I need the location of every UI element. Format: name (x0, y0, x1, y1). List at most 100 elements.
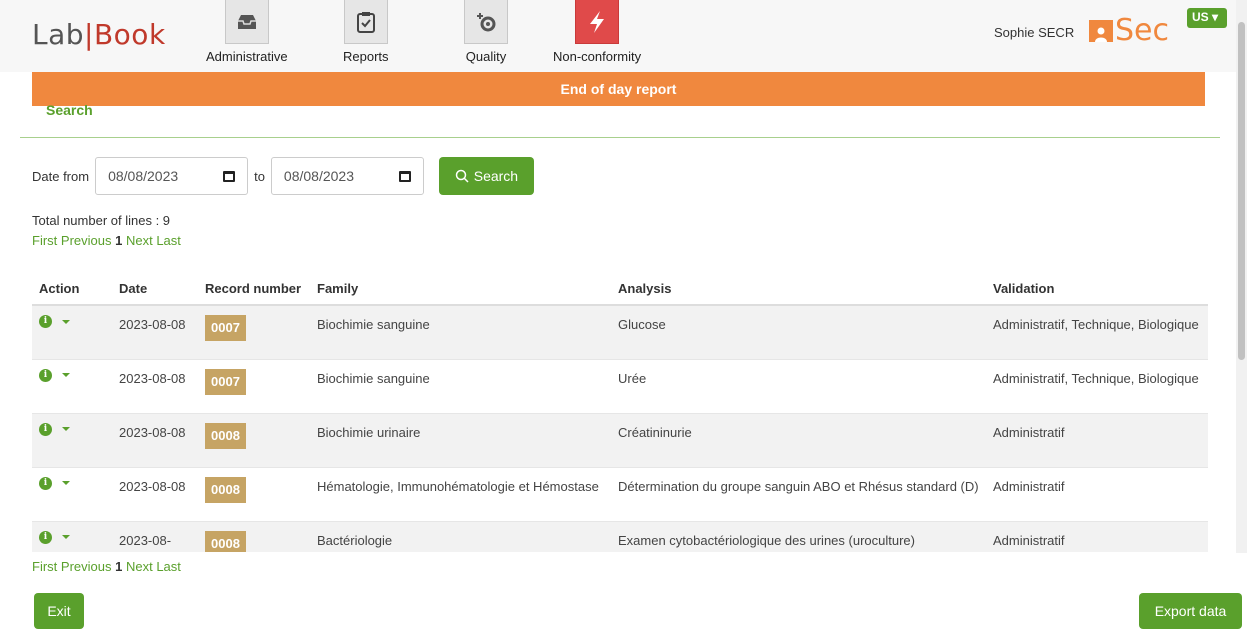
nav-non-conformity[interactable]: Non-conformity (553, 0, 641, 64)
logo-lab: Lab (32, 18, 85, 51)
nav-quality[interactable]: Quality (464, 0, 508, 64)
pager-first[interactable]: First (32, 559, 57, 574)
page-scrollbar[interactable] (1236, 0, 1247, 553)
nav-label: Non-conformity (553, 49, 642, 64)
results-table: Action Date Record number Family Analysi… (32, 255, 1208, 552)
date-to-input[interactable]: 08/08/2023 (270, 157, 424, 195)
info-icon[interactable]: i (39, 476, 52, 490)
pager-last[interactable]: Last (156, 233, 181, 248)
cell-validation: Administratif (986, 466, 1208, 521)
user-icon (1089, 20, 1113, 42)
caret-down-icon[interactable] (62, 535, 70, 539)
col-action: Action (32, 255, 112, 306)
cell-validation: Administratif, Technique, Biologique (986, 304, 1208, 359)
cell-validation: Administratif (986, 412, 1208, 467)
search-button[interactable]: Search (438, 157, 534, 195)
caret-down-icon[interactable] (62, 319, 70, 324)
cell-date: 2023-08-08 (112, 412, 198, 467)
record-badge[interactable]: 0008 (205, 476, 246, 503)
caret-down-icon[interactable] (62, 481, 70, 485)
cell-date: 2023-08-08 (112, 466, 198, 521)
cell-date: 2023-08-08 (112, 358, 198, 413)
export-data-button[interactable]: Export data (1139, 593, 1242, 629)
table-row: i 2023-08-08 0008 Biochimie urinaire Cré… (32, 412, 1208, 467)
date-to-label: to (254, 168, 265, 184)
top-header: Lab|Book Administrative Reports Quality … (0, 0, 1236, 72)
col-validation: Validation (986, 255, 1208, 306)
pager-current: 1 (115, 559, 123, 574)
info-icon[interactable]: i (39, 422, 52, 436)
nav-label: Reports (343, 49, 389, 64)
cell-analysis: Examen cytobactériologique des urines (u… (611, 520, 986, 552)
sec-text: Sec (1115, 13, 1169, 48)
clipboard-check-icon (343, 0, 388, 44)
calendar-icon[interactable] (223, 170, 236, 182)
cell-analysis: Créatininurie (611, 412, 986, 467)
pager-top: First Previous 1 Next Last (32, 233, 181, 248)
cell-date: 2023-08- (112, 520, 198, 552)
caret-down-icon[interactable] (62, 427, 70, 431)
chevron-down-icon: ▾ (1212, 10, 1219, 24)
record-badge[interactable]: 0008 (205, 530, 246, 552)
pager-next[interactable]: Next (126, 559, 153, 574)
info-icon[interactable]: i (39, 315, 52, 328)
search-icon (455, 169, 469, 183)
page-title-banner: End of day report (32, 72, 1205, 106)
cell-analysis: Glucose (611, 304, 986, 359)
pager-first[interactable]: First (32, 233, 57, 248)
language-code: US (1192, 10, 1209, 24)
cell-family: Biochimie sanguine (310, 358, 611, 413)
scrollbar-thumb[interactable] (1238, 22, 1245, 360)
pager-bottom: First Previous 1 Next Last (32, 559, 181, 574)
user-name: Sophie SECR (994, 25, 1075, 40)
caret-down-icon[interactable] (62, 373, 70, 377)
total-lines: Total number of lines : 9 (32, 213, 171, 228)
record-badge[interactable]: 0007 (205, 315, 246, 341)
search-button-label: Search (473, 168, 519, 184)
col-record: Record number (198, 255, 310, 306)
pager-last[interactable]: Last (156, 559, 181, 574)
exit-button[interactable]: Exit (34, 593, 84, 629)
date-to-value: 08/08/2023 (283, 168, 354, 184)
nav-label: Administrative (206, 49, 288, 64)
cell-analysis: Urée (611, 358, 986, 413)
cell-family: Bactériologie (310, 520, 611, 552)
col-date: Date (112, 255, 198, 306)
date-from-input[interactable]: 08/08/2023 (95, 157, 249, 195)
lightning-icon (575, 0, 620, 44)
cell-validation: Administratif, Technique, Biologique (986, 358, 1208, 413)
calendar-icon[interactable] (398, 170, 411, 182)
table-row: i 2023-08-08 0007 Biochimie sanguine Uré… (32, 358, 1208, 413)
cell-validation: Administratif (986, 520, 1208, 552)
info-icon[interactable]: i (39, 530, 52, 544)
record-badge[interactable]: 0008 (205, 422, 246, 449)
divider (20, 137, 1220, 138)
pager-current: 1 (115, 233, 123, 248)
table-header-row: Action Date Record number Family Analysi… (32, 255, 1208, 306)
nav-administrative[interactable]: Administrative (206, 0, 288, 64)
table-row: i 2023-08-08 0007 Biochimie sanguine Glu… (32, 304, 1208, 359)
language-selector[interactable]: US ▾ (1187, 8, 1227, 28)
col-family: Family (310, 255, 611, 306)
cell-family: Biochimie urinaire (310, 412, 611, 467)
table-row: i 2023-08-08 0008 Hématologie, Immunohém… (32, 466, 1208, 521)
search-tab[interactable]: Search (46, 102, 93, 118)
logo-book: Book (93, 18, 166, 51)
date-from-value: 08/08/2023 (108, 168, 179, 184)
quality-gear-icon (464, 0, 508, 44)
nav-label: Quality (465, 49, 507, 64)
date-from-label: Date from (32, 168, 90, 184)
cell-analysis: Détermination du groupe sanguin ABO et R… (611, 466, 986, 521)
pager-previous[interactable]: Previous (61, 559, 112, 574)
labbook-logo[interactable]: Lab|Book (32, 18, 166, 51)
record-badge[interactable]: 0007 (205, 368, 246, 395)
sec-logo: Sec (1089, 16, 1169, 46)
pager-next[interactable]: Next (126, 233, 153, 248)
pager-previous[interactable]: Previous (61, 233, 112, 248)
table-row: i 2023-08- 0008 Bactériologie Examen cyt… (32, 520, 1208, 552)
info-icon[interactable]: i (39, 368, 52, 382)
date-filter: Date from 08/08/2023 to 08/08/2023 Searc… (32, 157, 534, 195)
inbox-tray-icon (224, 0, 269, 44)
cell-family: Hématologie, Immunohématologie et Hémost… (310, 466, 611, 521)
nav-reports[interactable]: Reports (343, 0, 389, 64)
